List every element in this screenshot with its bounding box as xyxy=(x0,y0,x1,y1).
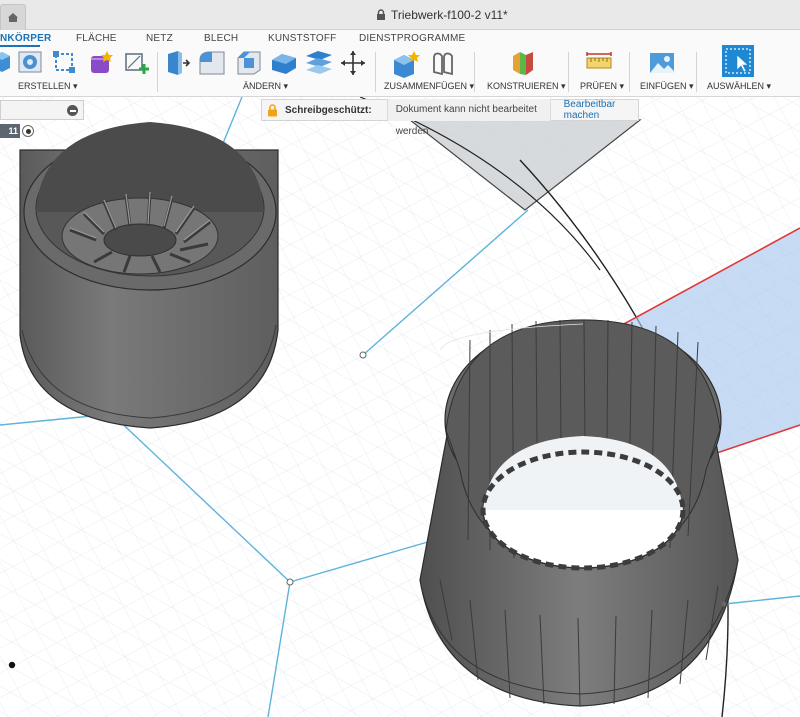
timeline-radio[interactable] xyxy=(22,125,34,137)
home-tab[interactable] xyxy=(0,4,26,30)
body-cup[interactable] xyxy=(19,122,279,429)
group-auswaehlen[interactable]: AUSWÄHLEN ▾ xyxy=(707,81,771,92)
toolbar-divider xyxy=(629,52,630,92)
lock-icon xyxy=(377,9,385,20)
sketch-point[interactable] xyxy=(721,601,727,607)
toolbar-divider xyxy=(157,52,158,92)
body-nozzle[interactable] xyxy=(419,319,739,707)
timeline-indicator[interactable]: 11 xyxy=(0,124,36,138)
tab-flaeche[interactable]: FLÄCHE xyxy=(76,33,117,44)
extrude-icon[interactable] xyxy=(0,50,12,74)
split-face-icon[interactable] xyxy=(304,50,334,76)
group-einfuegen[interactable]: EINFÜGEN ▾ xyxy=(640,81,694,92)
toolbar-divider xyxy=(474,52,475,92)
sketch-icon[interactable] xyxy=(52,50,76,74)
collapse-panel-button[interactable] xyxy=(67,105,78,116)
readonly-banner: Schreibgeschützt: Dokument kann nicht be… xyxy=(261,99,639,137)
home-icon xyxy=(8,13,18,22)
viewport-scene[interactable] xyxy=(0,97,800,717)
insert-image-icon[interactable] xyxy=(649,50,675,76)
document-title-text: Triebwerk-f100-2 v11* xyxy=(391,8,508,22)
tab-kunststoff[interactable]: KUNSTSTOFF xyxy=(268,33,336,44)
measure-icon[interactable] xyxy=(586,50,612,76)
create-sketch-icon[interactable] xyxy=(124,50,150,76)
new-component-icon[interactable] xyxy=(392,50,422,78)
toolbar-divider xyxy=(375,52,376,92)
shell-icon[interactable] xyxy=(268,50,298,76)
active-tab-indicator xyxy=(0,45,40,47)
document-title: Triebwerk-f100-2 v11* xyxy=(376,8,508,22)
tab-koerper[interactable]: NKÖRPER xyxy=(0,33,51,44)
fillet-icon[interactable] xyxy=(198,50,226,76)
chamfer-icon[interactable] xyxy=(234,50,262,76)
group-pruefen[interactable]: PRÜFEN ▾ xyxy=(580,81,624,92)
select-icon[interactable] xyxy=(722,45,754,77)
readonly-message: Dokument kann nicht bearbeitet werden xyxy=(386,99,551,137)
readonly-label: Schreibgeschützt: xyxy=(285,104,372,116)
browser-panel[interactable] xyxy=(0,100,84,120)
revolve-icon[interactable] xyxy=(18,50,42,74)
timeline-badge: 11 xyxy=(0,124,20,138)
tab-blech[interactable]: BLECH xyxy=(204,33,238,44)
title-bar: Triebwerk-f100-2 v11* xyxy=(0,0,800,30)
joint-icon[interactable] xyxy=(428,50,456,76)
3d-viewport[interactable] xyxy=(0,97,800,717)
group-aendern[interactable]: ÄNDERN ▾ xyxy=(243,81,288,92)
group-konstruieren[interactable]: KONSTRUIEREN ▾ xyxy=(487,81,566,92)
axis-point[interactable] xyxy=(286,578,294,586)
move-icon[interactable] xyxy=(340,50,366,76)
lock-icon xyxy=(267,103,278,117)
group-erstellen[interactable]: ERSTELLEN ▾ xyxy=(18,81,78,92)
axis-point[interactable] xyxy=(359,351,367,359)
form-icon[interactable] xyxy=(88,50,114,76)
make-editable-link[interactable]: Bearbeitbar machen xyxy=(564,99,638,121)
press-pull-icon[interactable] xyxy=(166,50,190,76)
ribbon-toolbar: NKÖRPER FLÄCHE NETZ BLECH KUNSTSTOFF DIE… xyxy=(0,30,800,97)
origin-point[interactable] xyxy=(8,661,16,669)
tab-netz[interactable]: NETZ xyxy=(146,33,173,44)
radio-dot-icon xyxy=(25,128,31,134)
minus-icon xyxy=(69,109,76,112)
offset-plane-icon[interactable] xyxy=(510,50,536,76)
group-zusammenfuegen[interactable]: ZUSAMMENFÜGEN ▾ xyxy=(384,81,474,92)
toolbar-divider xyxy=(696,52,697,92)
toolbar-divider xyxy=(568,52,569,92)
tab-dienstprogramme[interactable]: DIENSTPROGRAMME xyxy=(359,33,465,44)
